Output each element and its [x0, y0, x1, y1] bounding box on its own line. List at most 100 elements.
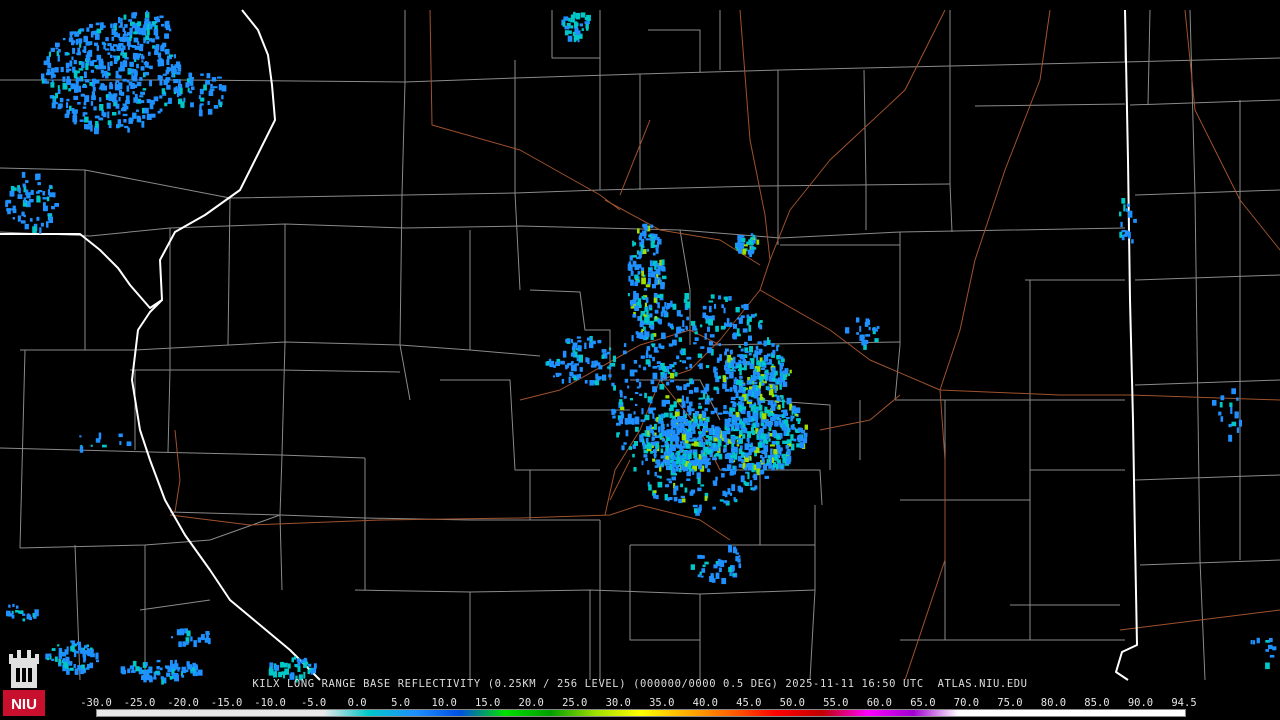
echo-pixel	[85, 63, 89, 71]
echo-pixel	[50, 47, 55, 52]
echo-pixel	[57, 644, 60, 647]
echo-pixel	[768, 438, 771, 442]
echo-pixel	[650, 451, 653, 454]
echo-pixel	[133, 31, 138, 35]
echo-pixel	[704, 314, 708, 320]
echo-pixel	[21, 211, 25, 217]
echo-pixel	[730, 401, 735, 404]
echo-pixel	[865, 334, 871, 337]
echo-pixel	[576, 336, 581, 339]
echo-pixel	[773, 461, 777, 468]
echo-pixel	[72, 47, 76, 54]
echo-pixel	[715, 476, 718, 481]
echo-pixel	[640, 419, 646, 422]
echo-pixel	[89, 662, 94, 669]
echo-pixel	[660, 455, 666, 459]
echo-pixel	[114, 24, 117, 31]
echo-pixel	[1250, 640, 1253, 645]
echo-pixel	[684, 440, 689, 444]
echo-pixel	[761, 457, 765, 463]
echo-pixel	[138, 29, 144, 35]
echo-pixel	[165, 665, 170, 669]
echo-pixel	[785, 409, 788, 415]
echo-pixel	[313, 663, 317, 669]
echo-pixel	[655, 494, 659, 500]
echo-pixel	[639, 322, 644, 328]
echo-pixel	[740, 397, 745, 402]
echo-pixel	[646, 350, 649, 356]
county-line	[1129, 99, 1280, 106]
echo-pixel	[707, 315, 713, 320]
echo-pixel	[741, 304, 744, 309]
reflectivity-colorbar	[96, 709, 1186, 717]
echo-pixel	[757, 431, 761, 435]
county-line	[209, 514, 281, 541]
echo-pixel	[764, 475, 770, 479]
colorbar-label: -20.0	[167, 697, 199, 709]
echo-pixel	[85, 54, 91, 61]
echo-pixel	[708, 341, 713, 346]
echo-pixel	[120, 124, 124, 127]
colorbar-label: 85.0	[1084, 697, 1110, 709]
echo-pixel	[682, 360, 686, 364]
echo-pixel	[634, 281, 639, 287]
echo-pixel	[1120, 221, 1123, 228]
echo-pixel	[106, 102, 111, 109]
echo-pixel	[180, 101, 185, 108]
county-line	[19, 539, 211, 549]
echo-pixel	[131, 24, 137, 29]
echo-pixel	[655, 269, 660, 275]
echo-pixel	[627, 419, 633, 425]
echo-pixel	[704, 333, 707, 340]
echo-pixel	[654, 276, 657, 282]
echo-pixel	[591, 340, 596, 345]
echo-pixel	[179, 628, 185, 636]
echo-pixel	[632, 240, 635, 247]
echo-pixel	[86, 51, 90, 55]
echo-pixel	[744, 443, 748, 448]
echo-pixel	[55, 47, 59, 50]
echo-pixel	[676, 457, 681, 464]
colorbar-label: 70.0	[953, 697, 980, 709]
echo-pixel	[135, 109, 139, 112]
echo-pixel	[713, 564, 718, 569]
echo-pixel	[188, 90, 193, 94]
echo-pixel	[629, 398, 633, 401]
echo-pixel	[630, 279, 634, 286]
echo-pixel	[749, 447, 754, 453]
echo-pixel	[581, 28, 584, 31]
echo-pixel	[660, 463, 663, 466]
county-line	[167, 228, 171, 453]
echo-pixel	[84, 79, 90, 83]
echo-pixel	[132, 12, 138, 16]
echo-pixel	[646, 297, 649, 304]
echo-pixel	[1126, 203, 1131, 207]
logo-text: NIU	[11, 696, 37, 713]
echo-pixel	[741, 237, 746, 243]
echo-pixel	[57, 85, 60, 90]
echo-pixel	[676, 424, 680, 431]
echo-pixel	[684, 419, 689, 426]
echo-pixel	[734, 465, 737, 472]
echo-pixel	[113, 57, 118, 64]
echo-pixel	[79, 446, 84, 453]
echo-pixel	[132, 660, 137, 667]
county-line	[1139, 559, 1280, 566]
echo-pixel	[700, 575, 704, 578]
echo-pixel	[657, 481, 663, 488]
echo-pixel	[770, 404, 776, 411]
highway-line	[904, 389, 946, 681]
echo-pixel	[634, 392, 639, 395]
echo-pixel	[15, 605, 19, 609]
echo-pixel	[765, 419, 769, 427]
echo-pixel	[804, 424, 808, 430]
echo-pixel	[590, 365, 594, 368]
echo-pixel	[730, 455, 735, 459]
echo-pixel	[753, 371, 757, 375]
echo-pixel	[627, 293, 630, 297]
echo-pixel	[597, 339, 602, 344]
echo-pixel	[740, 424, 743, 429]
echo-pixel	[704, 407, 708, 412]
echo-pixel	[689, 363, 693, 369]
echo-pixel	[144, 18, 150, 24]
